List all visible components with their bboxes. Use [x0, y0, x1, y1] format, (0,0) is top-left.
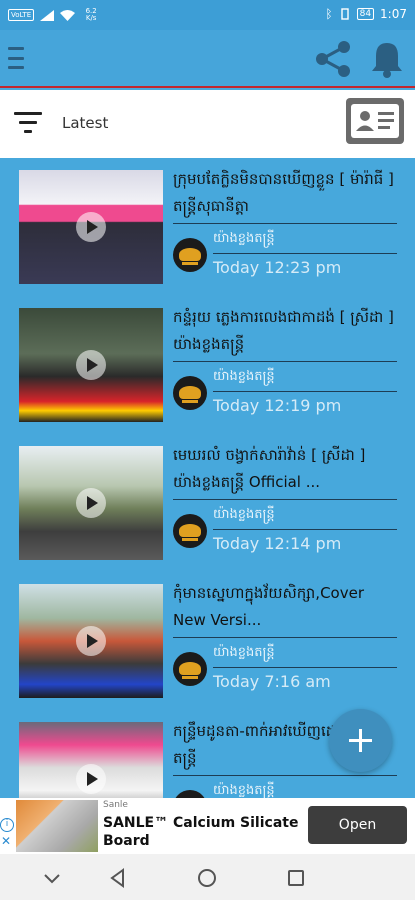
video-thumbnail[interactable]	[19, 308, 163, 422]
play-icon	[76, 488, 106, 518]
video-thumbnail[interactable]	[19, 170, 163, 284]
home-icon[interactable]	[197, 868, 217, 888]
play-icon	[76, 350, 106, 380]
video-title[interactable]: កន្ទំរុយ ភ្លេងការលេងជាកាដង់ [ ស្រីដា ] យ…	[173, 304, 397, 362]
video-title[interactable]: ក្រុមបតែក្លិនមិនបានឃើញខ្លួន [ ម៉ារ៉ាធី ]…	[173, 166, 397, 224]
play-icon	[76, 212, 106, 242]
bell-icon[interactable]	[370, 40, 404, 78]
vibrate-icon	[340, 8, 349, 20]
ad-image[interactable]	[16, 800, 98, 852]
network-speed: 6.2 K/s	[85, 7, 97, 22]
volte-badge: VoLTE	[8, 9, 35, 21]
video-time: Today 12:14 pm	[213, 534, 342, 553]
filter-icon[interactable]	[14, 112, 42, 134]
video-item[interactable]: កន្ទំរុយ ភ្លេងការលេងជាកាដង់ [ ស្រីដា ] យ…	[0, 296, 415, 434]
sort-bar: Latest	[0, 90, 415, 158]
channel-avatar	[173, 514, 207, 548]
channel-avatar	[173, 376, 207, 410]
channel-avatar	[173, 790, 207, 798]
back-icon[interactable]	[108, 868, 128, 888]
channel-name: យ៉ាងខ្លងតន្ត្រី	[213, 640, 397, 668]
signal-icon	[40, 9, 55, 21]
video-thumbnail[interactable]	[19, 446, 163, 560]
ad-open-button[interactable]: Open	[308, 806, 407, 844]
contact-card-icon	[351, 104, 399, 138]
share-icon[interactable]	[312, 38, 354, 80]
channel-avatar	[173, 652, 207, 686]
video-thumbnail[interactable]	[19, 584, 163, 698]
video-item[interactable]: មេឃរលំ ចង្វាក់សារ៉ាវ៉ាន់ [ ស្រីដា ] យ៉ាង…	[0, 434, 415, 572]
channel-name: យ៉ាងខ្លងតន្ត្រី	[213, 226, 397, 254]
channel-name: យ៉ាងខ្លងតន្ត្រី	[213, 502, 397, 530]
system-nav-bar	[0, 854, 415, 900]
channel-name: យ៉ាងខ្លងតន្ត្រី	[213, 778, 397, 798]
bluetooth-icon: ᛒ	[325, 7, 333, 21]
battery-icon: 84	[356, 8, 375, 20]
clock: 1:07	[380, 7, 407, 21]
video-thumbnail[interactable]	[19, 722, 163, 798]
ad-brand: Sanle	[103, 800, 128, 810]
ad-banner[interactable]: i ✕ Sanle SANLE™ Calcium Silicate Board …	[0, 798, 415, 854]
ad-info-icon[interactable]: i	[0, 818, 14, 832]
video-time: Today 12:23 pm	[213, 258, 342, 277]
play-icon	[76, 626, 106, 656]
video-item[interactable]: កុំមានស្នេហាក្នុងវ័យសិក្សា,Cover New Ver…	[0, 572, 415, 710]
video-time: Today 12:19 pm	[213, 396, 342, 415]
chevron-down-icon[interactable]	[42, 868, 62, 888]
ad-title[interactable]: SANLE™ Calcium Silicate Board	[103, 814, 303, 850]
play-icon	[76, 764, 106, 794]
sort-label[interactable]: Latest	[62, 114, 108, 132]
contact-card-button[interactable]	[346, 98, 404, 144]
app-bar	[0, 30, 415, 88]
channel-avatar	[173, 238, 207, 272]
channel-name: យ៉ាងខ្លងតន្ត្រី	[213, 364, 397, 392]
video-title[interactable]: មេឃរលំ ចង្វាក់សារ៉ាវ៉ាន់ [ ស្រីដា ] យ៉ាង…	[173, 442, 397, 500]
video-feed: ក្រុមបតែក្លិនមិនបានឃើញខ្លួន [ ម៉ារ៉ាធី ]…	[0, 158, 415, 798]
recents-icon[interactable]	[286, 868, 306, 888]
menu-icon[interactable]	[8, 47, 24, 69]
video-item[interactable]: ក្រុមបតែក្លិនមិនបានឃើញខ្លួន [ ម៉ារ៉ាធី ]…	[0, 158, 415, 296]
ad-close-icon[interactable]: ✕	[1, 834, 11, 848]
video-time: Today 7:16 am	[213, 672, 331, 691]
wifi-icon	[60, 9, 76, 21]
add-fab-button[interactable]	[329, 709, 392, 772]
status-bar: VoLTE 6.2 K/s ᛒ 84 1:07	[0, 0, 415, 30]
video-title[interactable]: កុំមានស្នេហាក្នុងវ័យសិក្សា,Cover New Ver…	[173, 580, 397, 638]
